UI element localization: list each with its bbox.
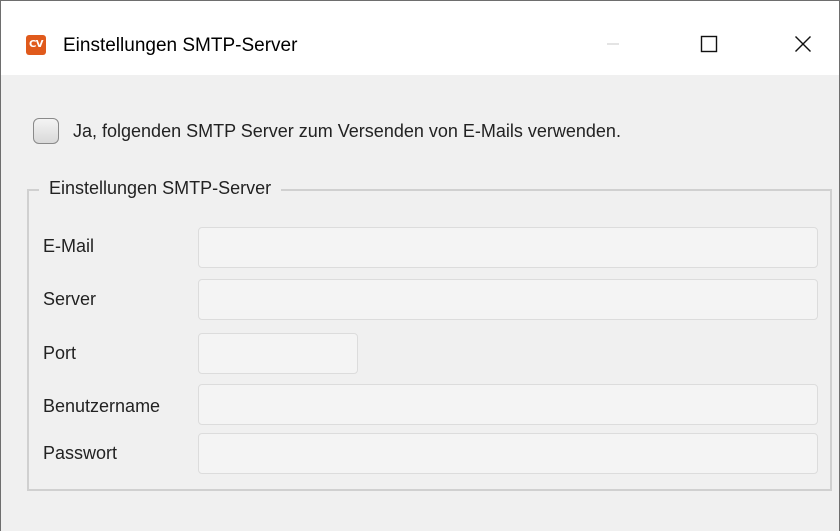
maximize-button[interactable] <box>685 23 733 65</box>
app-logo-icon: CV <box>26 35 46 55</box>
minimize-icon <box>607 43 619 45</box>
minimize-button[interactable] <box>589 23 637 65</box>
use-smtp-checkbox[interactable] <box>33 118 59 144</box>
close-icon <box>795 36 811 52</box>
maximize-icon <box>700 35 718 53</box>
close-button[interactable] <box>779 23 827 65</box>
server-field[interactable] <box>198 279 818 320</box>
username-label: Benutzername <box>43 396 161 416</box>
server-label: Server <box>43 289 97 309</box>
email-label: E-Mail <box>43 236 95 256</box>
use-smtp-checkbox-label[interactable]: Ja, folgenden SMTP Server zum Versenden … <box>73 120 621 142</box>
dialog-content: Ja, folgenden SMTP Server zum Versenden … <box>1 75 839 531</box>
title-bar[interactable]: CV Einstellungen SMTP-Server <box>1 1 839 75</box>
groupbox-title: Einstellungen SMTP-Server <box>39 176 282 200</box>
email-field[interactable] <box>198 227 818 268</box>
smtp-settings-window: CV Einstellungen SMTP-Server Ja, folgend… <box>0 0 840 531</box>
password-field[interactable] <box>198 433 818 474</box>
port-label: Port <box>43 343 77 363</box>
port-field[interactable] <box>198 333 358 374</box>
password-label: Passwort <box>43 443 118 463</box>
window-title: Einstellungen SMTP-Server <box>63 35 298 56</box>
username-field[interactable] <box>198 384 818 425</box>
